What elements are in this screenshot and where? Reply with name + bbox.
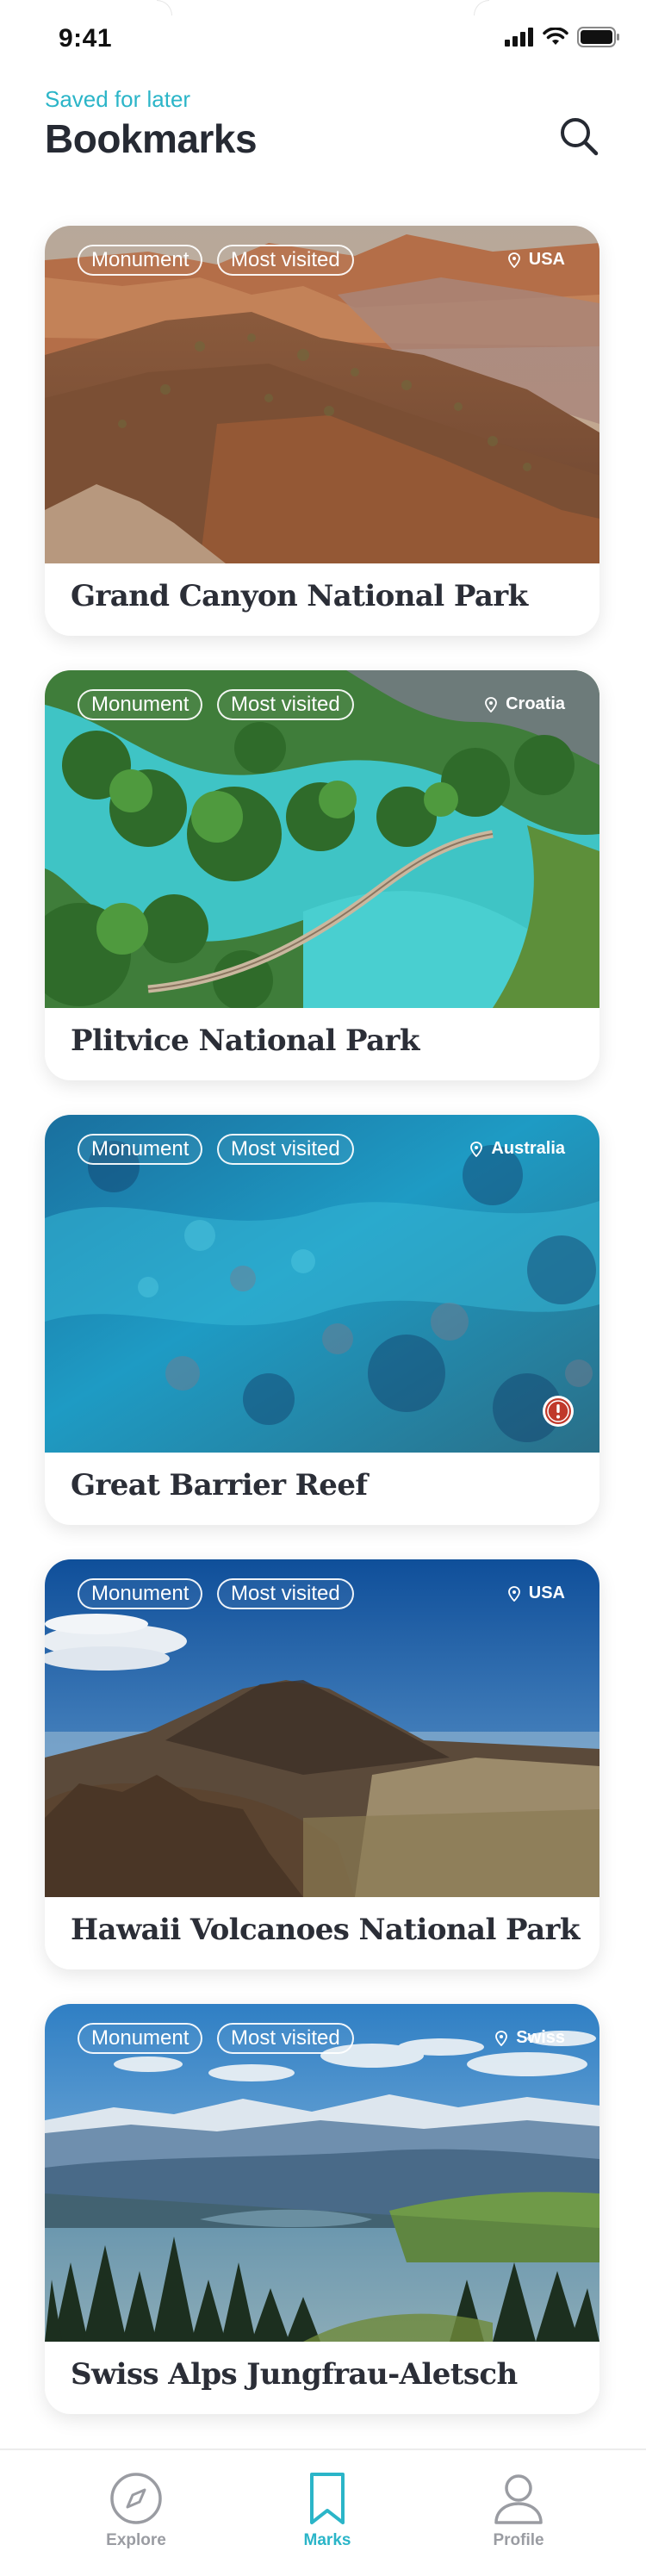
location-label: Australia (491, 1139, 565, 1158)
compass-icon (110, 2473, 162, 2524)
tag-most-visited: Most visited (217, 1578, 354, 1609)
tag-most-visited: Most visited (217, 689, 354, 720)
location-pin-icon (485, 696, 497, 712)
card-image-great-barrier-reef: Monument Most visited Australia (45, 1115, 599, 1453)
bookmark-card[interactable]: Monument Most visited USA Grand Canyon N… (45, 226, 599, 636)
status-bar: 9:41 (0, 0, 646, 76)
card-location: USA (507, 250, 565, 270)
tab-bar: Explore Marks Profile (0, 2448, 646, 2576)
card-title: Great Barrier Reef (71, 1468, 368, 1503)
location-pin-icon (507, 252, 520, 268)
notch-corner (474, 0, 489, 16)
tag-monument: Monument (78, 1134, 203, 1165)
location-label: Swiss (516, 2028, 565, 2047)
location-pin-icon (495, 2030, 508, 2046)
card-title: Plitvice National Park (71, 1024, 419, 1058)
tag-most-visited: Most visited (217, 2023, 354, 2054)
tab-label: Marks (303, 2531, 351, 2549)
tag-most-visited: Most visited (217, 1134, 354, 1165)
tab-label: Profile (493, 2531, 544, 2549)
location-pin-icon (470, 1141, 483, 1157)
bookmark-card[interactable]: Monument Most visited Croatia Plitvice N… (45, 670, 599, 1080)
card-image-hawaii-volcanoes: Monument Most visited USA (45, 1559, 599, 1897)
location-label: USA (528, 1584, 565, 1602)
location-pin-icon (507, 1585, 520, 1602)
tag-monument: Monument (78, 2023, 203, 2054)
user-icon (494, 2474, 543, 2524)
search-button[interactable] (555, 112, 603, 160)
alert-icon[interactable] (543, 1396, 574, 1427)
card-title: Swiss Alps Jungfrau-Aletsch (71, 2357, 518, 2392)
bookmark-icon (310, 2473, 345, 2524)
notch-corner (157, 0, 172, 16)
bookmark-card[interactable]: Monument Most visited Australia Great Ba… (45, 1115, 599, 1525)
tag-monument: Monument (78, 245, 203, 276)
card-location: Swiss (495, 2028, 565, 2048)
location-label: USA (528, 250, 565, 269)
page-subtitle: Saved for later (45, 86, 191, 112)
status-time: 9:41 (59, 24, 113, 53)
tab-explore[interactable]: Explore (76, 2471, 196, 2550)
bookmark-card[interactable]: Monument Most visited Swiss Swiss Alps J… (45, 2004, 599, 2414)
tab-marks[interactable]: Marks (267, 2471, 388, 2550)
card-title: Grand Canyon National Park (71, 579, 528, 613)
search-icon (561, 118, 599, 156)
card-location: USA (507, 1584, 565, 1603)
card-location: Australia (470, 1139, 565, 1159)
battery-icon (577, 27, 619, 47)
card-location: Croatia (485, 694, 565, 714)
tag-monument: Monument (78, 1578, 203, 1609)
card-title: Hawaii Volcanoes National Park (71, 1913, 580, 1947)
tab-profile[interactable]: Profile (458, 2471, 579, 2550)
tag-most-visited: Most visited (217, 245, 354, 276)
tag-monument: Monument (78, 689, 203, 720)
card-image-plitvice: Monument Most visited Croatia (45, 670, 599, 1008)
bookmark-card[interactable]: Monument Most visited USA Hawaii Volcano… (45, 1559, 599, 1969)
card-image-grand-canyon: Monument Most visited USA (45, 226, 599, 563)
location-label: Croatia (506, 694, 565, 713)
wifi-icon (543, 28, 568, 45)
alert-badge-icon (545, 1398, 571, 1424)
tab-label: Explore (106, 2531, 166, 2549)
card-image-swiss-alps: Monument Most visited Swiss (45, 2004, 599, 2342)
signal-icon (505, 28, 533, 47)
status-icons (505, 27, 620, 47)
page-title: Bookmarks (45, 116, 258, 161)
